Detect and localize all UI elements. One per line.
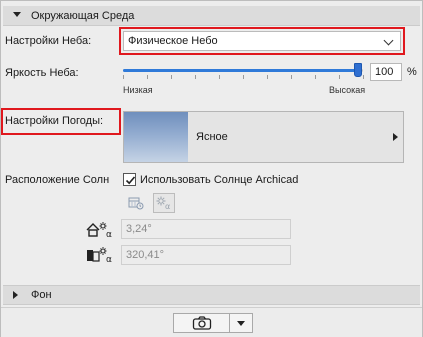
sun-position-label: Расположение Солн bbox=[5, 174, 110, 186]
slider-tick bbox=[171, 75, 172, 79]
slider-tick bbox=[195, 75, 196, 79]
weather-settings-label: Настройки Погоды: bbox=[5, 115, 104, 127]
slider-tick bbox=[363, 75, 364, 79]
snapshot-button-group bbox=[173, 313, 253, 333]
house-sun-altitude-icon: α bbox=[85, 220, 115, 240]
weather-value: Ясное bbox=[196, 131, 228, 143]
calendar-clock-icon[interactable] bbox=[125, 193, 147, 213]
brightness-unit: % bbox=[407, 66, 417, 78]
slider-tick bbox=[291, 75, 292, 79]
chevron-down-icon[interactable] bbox=[230, 314, 252, 332]
slider-tick bbox=[219, 75, 220, 79]
sun-angle-icon[interactable]: α bbox=[153, 193, 175, 213]
slider-tick bbox=[267, 75, 268, 79]
brightness-value: 100 bbox=[375, 66, 394, 78]
slider-tick bbox=[339, 75, 340, 79]
slider-tick bbox=[315, 75, 316, 79]
low-label: Низкая bbox=[123, 85, 153, 95]
use-archicad-sun-label: Использовать Солнце Archicad bbox=[140, 174, 299, 186]
sun-altitude-field[interactable]: 3,24° bbox=[121, 219, 291, 239]
chevron-right-icon bbox=[393, 133, 398, 141]
sky-brightness-label: Яркость Неба: bbox=[5, 67, 79, 79]
svg-text:α: α bbox=[106, 230, 112, 239]
brightness-input[interactable]: 100 bbox=[370, 63, 402, 81]
slider-fill bbox=[123, 69, 359, 72]
high-label: Высокая bbox=[329, 85, 366, 95]
sun-azimuth-field[interactable]: 320,41° bbox=[121, 245, 291, 265]
building-sun-azimuth-icon: α bbox=[85, 245, 115, 265]
environment-section-title: Окружающая Среда bbox=[31, 9, 135, 22]
sky-settings-dropdown[interactable]: Физическое Небо bbox=[123, 31, 401, 51]
background-section-title: Фон bbox=[31, 289, 52, 301]
sky-brightness-slider[interactable] bbox=[123, 63, 364, 79]
svg-text:α: α bbox=[106, 255, 112, 264]
background-section-header[interactable]: Фон bbox=[3, 285, 420, 305]
chevron-down-icon bbox=[383, 35, 394, 46]
sky-settings-value: Физическое Небо bbox=[128, 35, 218, 47]
sun-azimuth-value: 320,41° bbox=[126, 249, 165, 261]
sun-altitude-value: 3,24° bbox=[126, 223, 152, 235]
use-archicad-sun-checkbox[interactable] bbox=[123, 173, 136, 186]
weather-preset-selector[interactable]: Ясное bbox=[123, 111, 404, 163]
dropdown-arrow bbox=[237, 320, 245, 326]
collapse-triangle-icon[interactable] bbox=[13, 11, 21, 20]
camera-icon[interactable] bbox=[174, 314, 230, 332]
slider-thumb[interactable] bbox=[354, 63, 363, 77]
environment-settings-panel: Окружающая Среда Настройки Неба: Физичес… bbox=[0, 0, 423, 337]
clear-sky-thumbnail bbox=[124, 112, 188, 162]
sky-settings-label: Настройки Неба: bbox=[5, 35, 92, 47]
slider-tick bbox=[123, 75, 124, 79]
checkmark-icon bbox=[125, 176, 136, 185]
environment-section-header[interactable]: Окружающая Среда bbox=[3, 6, 420, 26]
slider-tick bbox=[147, 75, 148, 79]
slider-tick bbox=[243, 75, 244, 79]
expand-triangle-icon[interactable] bbox=[13, 291, 21, 299]
svg-text:α: α bbox=[165, 202, 170, 210]
